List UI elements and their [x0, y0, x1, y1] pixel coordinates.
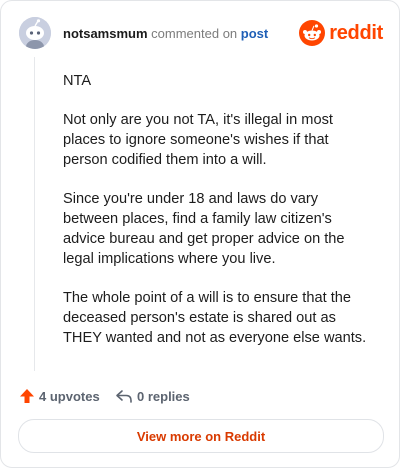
upvote-arrow-icon	[20, 389, 34, 403]
comment-embed-card: notsamsmum commented on post reddit NTA …	[0, 0, 400, 468]
replies-count: 0 replies	[137, 388, 190, 404]
comment-paragraph: The whole point of a will is to ensure t…	[63, 290, 367, 346]
reddit-logo-icon	[299, 20, 326, 46]
reddit-wordmark: reddit	[329, 21, 383, 44]
upvotes-count: 4 upvotes	[39, 388, 100, 404]
comment-body: NTA Not only are you not TA, it's illega…	[63, 71, 375, 367]
reply-arrow-icon	[116, 390, 132, 403]
post-link[interactable]: post	[241, 26, 268, 41]
upvotes-stat[interactable]: 4 upvotes	[19, 385, 100, 407]
username-link[interactable]: notsamsmum	[63, 26, 148, 41]
comment-paragraph: Not only are you not TA, it's illegal in…	[63, 112, 333, 168]
thread-line	[34, 57, 35, 371]
reddit-brand[interactable]: reddit	[299, 19, 383, 47]
comment-meta: notsamsmum commented on post	[63, 26, 268, 42]
comment-paragraph: Since you're under 18 and laws do vary b…	[63, 191, 345, 267]
comment-header: notsamsmum commented on post reddit	[19, 17, 383, 51]
replies-stat[interactable]: 0 replies	[115, 385, 190, 407]
comment-footer: 4 upvotes 0 replies	[19, 385, 379, 407]
comment-paragraph: NTA	[63, 73, 92, 89]
view-more-button[interactable]: View more on Reddit	[18, 419, 384, 453]
user-avatar-icon[interactable]	[19, 17, 51, 49]
comment-action-text: commented on	[151, 26, 238, 41]
